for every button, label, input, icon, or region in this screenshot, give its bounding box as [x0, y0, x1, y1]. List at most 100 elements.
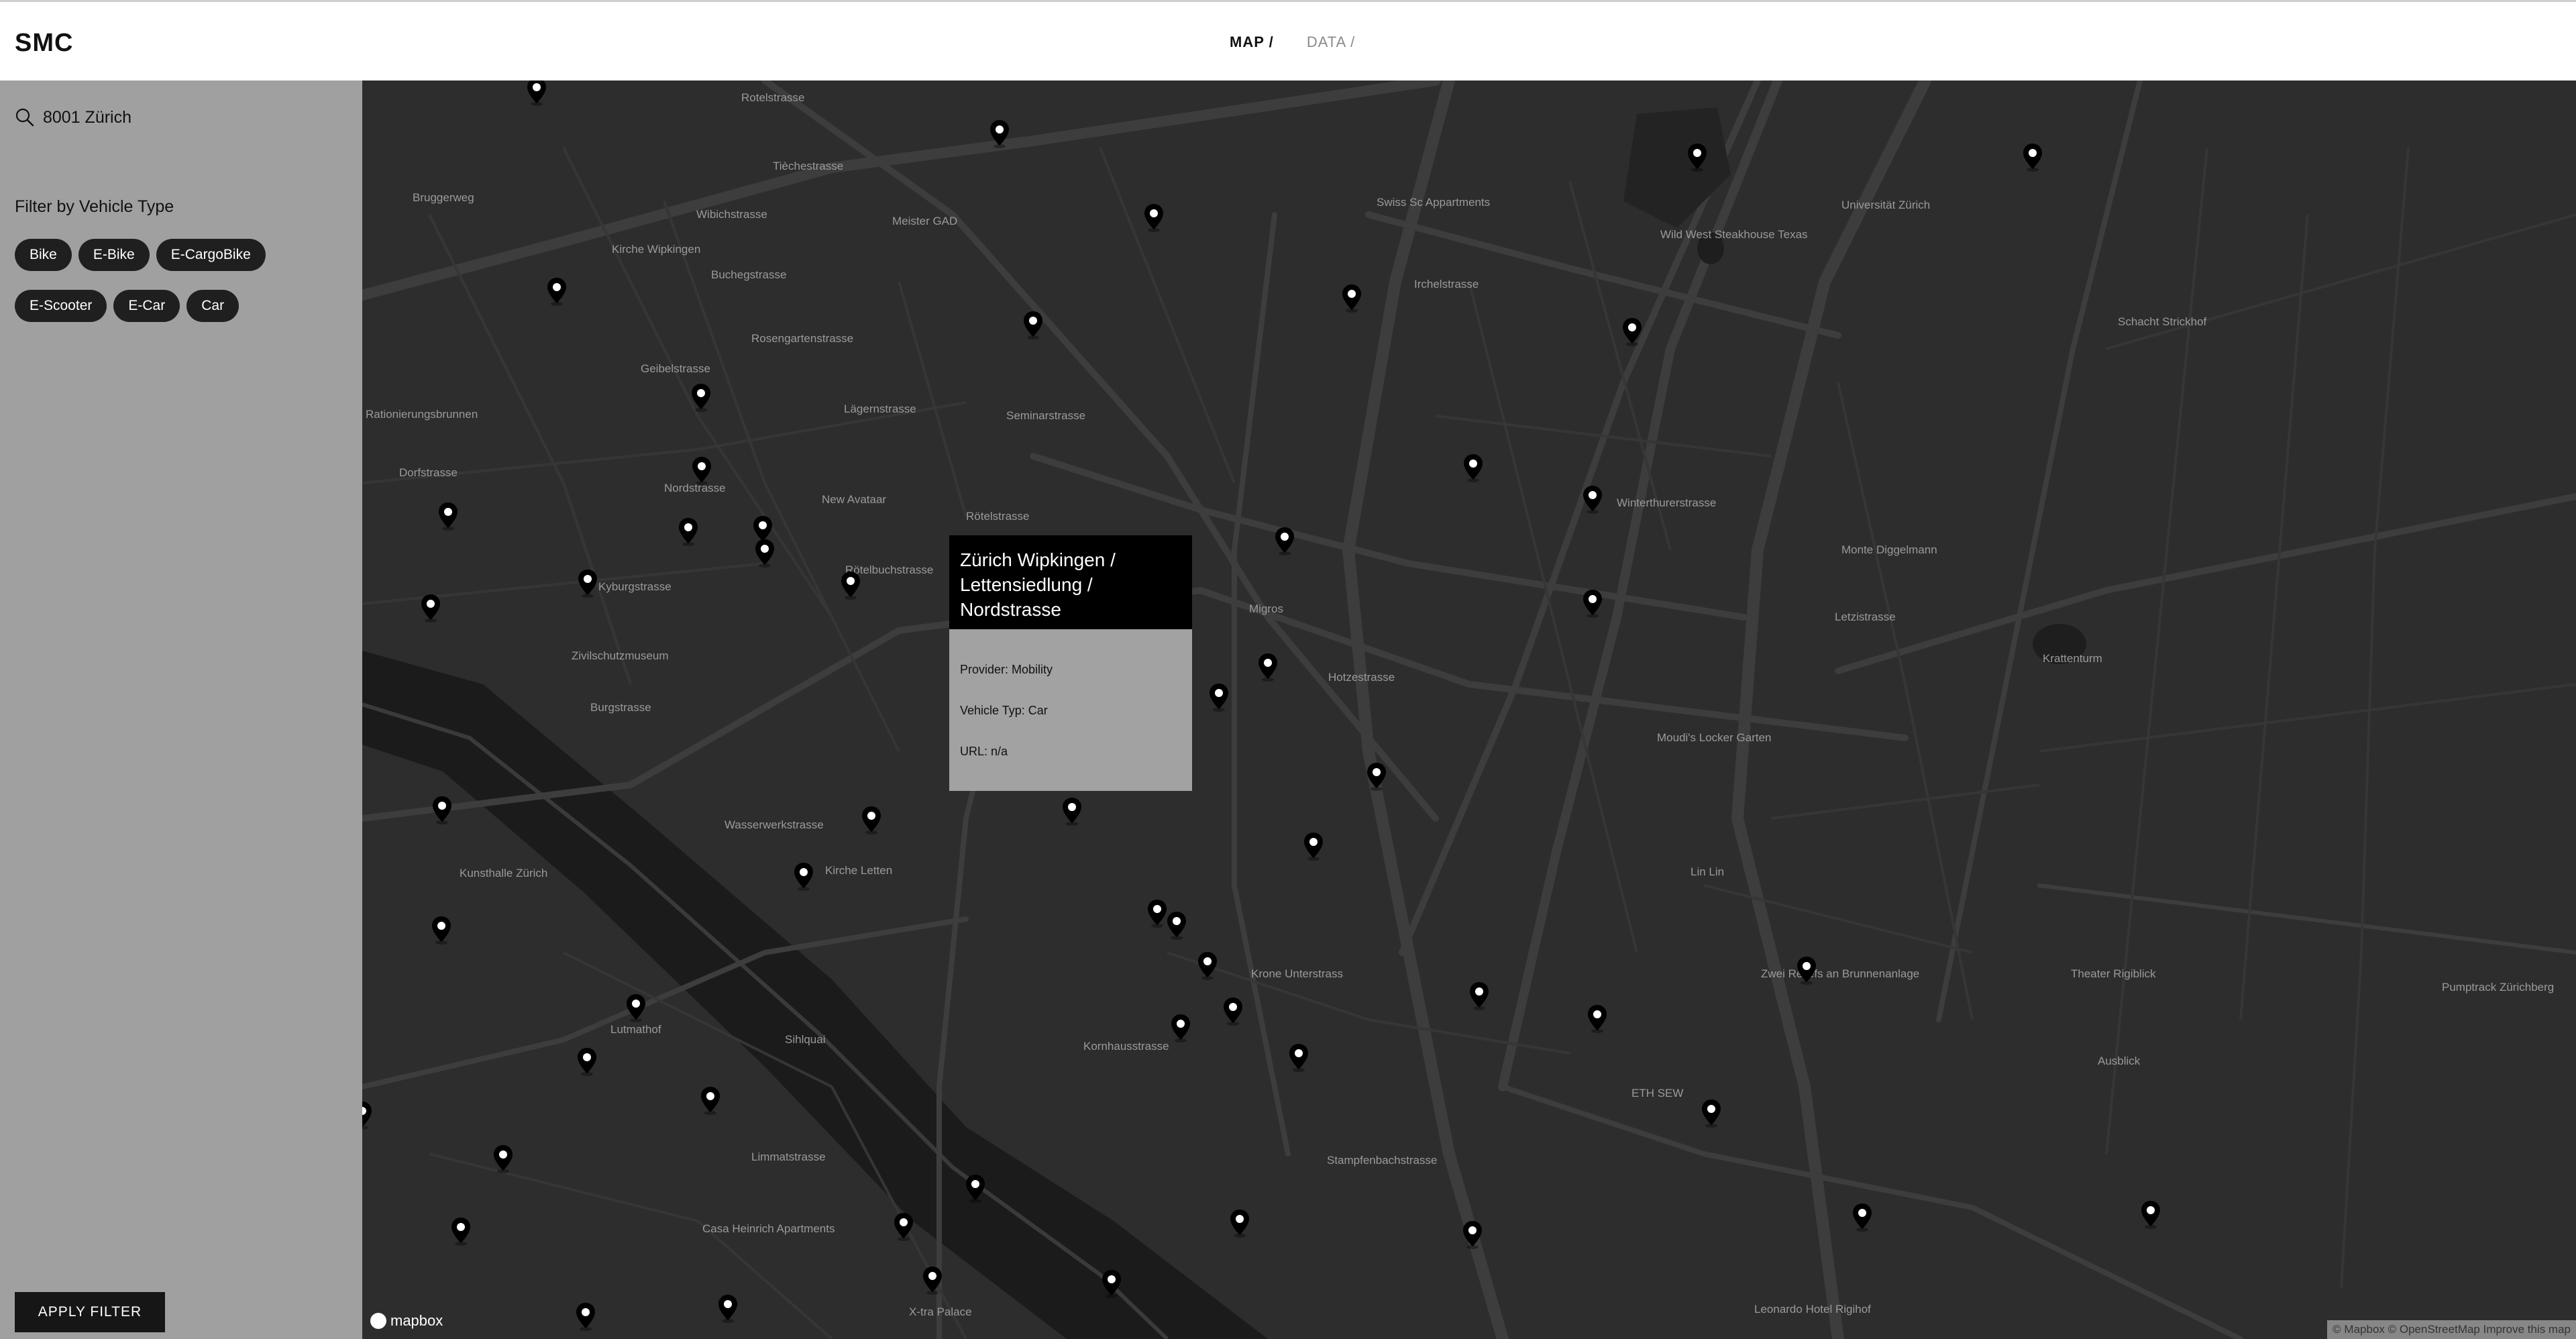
vehicle-pin-icon[interactable]: [437, 501, 459, 531]
map-label: Theater Rigiblick: [2071, 967, 2156, 980]
vehicle-pin-icon[interactable]: [1222, 996, 1244, 1026]
vehicle-pin-icon[interactable]: [922, 1265, 943, 1295]
map-label: Kyburgstrasse: [598, 580, 672, 593]
vehicle-popup: Zürich Wipkingen / Lettensiedlung / Nord…: [949, 535, 1192, 791]
vehicle-pin-icon[interactable]: [1143, 203, 1165, 232]
vehicle-pin-icon[interactable]: [965, 1173, 986, 1203]
map-label: Kunsthalle Zürich: [460, 867, 548, 879]
vehicle-pin-icon[interactable]: [575, 1301, 596, 1331]
vehicle-pin-icon[interactable]: [546, 276, 568, 306]
vehicle-pin-icon[interactable]: [1582, 588, 1603, 618]
vehicle-pin-icon[interactable]: [1170, 1013, 1191, 1042]
vehicle-pin-icon[interactable]: [1582, 484, 1603, 514]
vehicle-pin-icon[interactable]: [1851, 1202, 1873, 1232]
vehicle-pin-icon[interactable]: [678, 517, 699, 546]
apply-filter-button[interactable]: APPLY FILTER: [15, 1292, 165, 1332]
vehicle-pin-icon[interactable]: [1303, 831, 1324, 861]
vehicle-pin-icon[interactable]: [1257, 652, 1279, 682]
sidebar: Filter by Vehicle Type Bike E-Bike E-Car…: [0, 81, 362, 1339]
chip-e-bike[interactable]: E-Bike: [78, 239, 150, 271]
search-input[interactable]: [43, 107, 325, 127]
chip-e-cargobike[interactable]: E-CargoBike: [156, 239, 266, 271]
vehicle-pin-icon[interactable]: [1686, 142, 1708, 172]
vehicle-pin-icon[interactable]: [2022, 142, 2043, 172]
vehicle-pin-icon[interactable]: [2140, 1199, 2161, 1229]
vehicle-pin-icon[interactable]: [577, 568, 598, 598]
map-attribution[interactable]: © Mapbox © OpenStreetMap Improve this ma…: [2327, 1320, 2576, 1339]
vehicle-pin-icon[interactable]: [1468, 981, 1490, 1010]
map-label: Irchelstrasse: [1414, 278, 1479, 290]
map-label: Lägernstrasse: [844, 403, 916, 415]
vehicle-pin-icon[interactable]: [431, 915, 452, 945]
vehicle-pin-icon[interactable]: [420, 593, 441, 623]
vehicle-pin-icon[interactable]: [1462, 1220, 1483, 1249]
vehicle-pin-icon[interactable]: [492, 1144, 514, 1173]
map-label: Schacht Strickhof: [2118, 315, 2207, 328]
vehicle-pin-icon[interactable]: [1146, 898, 1168, 928]
chip-e-scooter[interactable]: E-Scooter: [15, 290, 107, 322]
vehicle-pin-icon[interactable]: [700, 1085, 721, 1115]
vehicle-pin-icon[interactable]: [989, 119, 1010, 148]
vehicle-pin-icon[interactable]: [1061, 796, 1083, 826]
map-label: ETH SEW: [1631, 1087, 1684, 1100]
map-label: Meister GAD: [892, 215, 958, 227]
vehicle-pin-icon[interactable]: [690, 382, 712, 412]
vehicle-pin-icon[interactable]: [1022, 310, 1044, 339]
vehicle-pin-icon[interactable]: [1274, 526, 1295, 555]
vehicle-pin-icon[interactable]: [717, 1293, 739, 1323]
map-label: Burgstrasse: [590, 701, 651, 714]
vehicle-type-chips: Bike E-Bike E-CargoBike E-Scooter E-Car …: [15, 239, 350, 341]
vehicle-pin-icon[interactable]: [861, 805, 882, 835]
popup-url: URL: n/a: [960, 745, 1008, 758]
map-label: Ausblick: [2098, 1055, 2141, 1067]
map-label: Universität Zürich: [1841, 199, 1931, 211]
vehicle-pin-icon[interactable]: [1796, 955, 1817, 985]
vehicle-pin-icon[interactable]: [431, 795, 453, 824]
popup-vehicle-type: Vehicle Typ: Car: [960, 704, 1048, 717]
chip-bike[interactable]: Bike: [15, 239, 72, 271]
vehicle-pin-icon[interactable]: [793, 861, 814, 891]
map-label: Tièchestrasse: [773, 160, 844, 172]
chip-row: Bike E-Bike E-CargoBike: [15, 239, 350, 271]
vehicle-pin-icon[interactable]: [1208, 682, 1230, 712]
vehicle-pin-icon[interactable]: [1197, 951, 1218, 980]
vehicle-pin-icon[interactable]: [691, 456, 712, 485]
map-label: Kirche Wipkingen: [612, 243, 701, 256]
app-logo[interactable]: SMC: [15, 29, 73, 58]
map-label: Sihlquai: [785, 1033, 826, 1046]
map-canvas[interactable]: Tièchestrasse Rotelstrasse Bruggerweg Wi…: [362, 81, 2576, 1339]
vehicle-pin-icon[interactable]: [526, 81, 547, 106]
vehicle-pin-icon[interactable]: [1288, 1042, 1309, 1072]
vehicle-pin-icon[interactable]: [1366, 761, 1387, 791]
vehicle-pin-icon[interactable]: [840, 570, 861, 600]
vehicle-pin-icon[interactable]: [576, 1047, 598, 1076]
map-label: Seminarstrasse: [1006, 409, 1086, 422]
vehicle-pin-icon[interactable]: [754, 538, 775, 568]
vehicle-pin-icon[interactable]: [1621, 317, 1643, 346]
chip-e-car[interactable]: E-Car: [113, 290, 180, 322]
vehicle-pin-icon[interactable]: [1341, 283, 1362, 313]
vehicle-pin-icon[interactable]: [1229, 1208, 1250, 1238]
map-label: Leonardo Hotel Rigihof: [1754, 1303, 1871, 1316]
mapbox-logo[interactable]: mapbox: [370, 1312, 443, 1330]
nav-map-link[interactable]: MAP /: [1230, 34, 1274, 50]
popup-provider: Provider: Mobility: [960, 663, 1053, 676]
vehicle-pin-icon[interactable]: [1462, 453, 1484, 482]
vehicle-pin-icon[interactable]: [362, 1100, 373, 1130]
nav-data-link[interactable]: DATA /: [1307, 34, 1355, 50]
chip-car[interactable]: Car: [186, 290, 239, 322]
top-bar: SMC MAP / DATA /: [0, 0, 2576, 81]
map-label: Lutmathof: [610, 1023, 661, 1036]
vehicle-pin-icon[interactable]: [1166, 910, 1187, 940]
map-label: New Avataar: [822, 493, 887, 506]
vehicle-pin-icon[interactable]: [893, 1212, 914, 1241]
vehicle-pin-icon[interactable]: [1701, 1098, 1722, 1128]
vehicle-pin-icon[interactable]: [625, 993, 647, 1022]
map-label: Limmatstrasse: [751, 1150, 826, 1163]
vehicle-pin-icon[interactable]: [1101, 1269, 1122, 1298]
vehicle-pin-icon[interactable]: [1587, 1004, 1608, 1033]
vehicle-pin-icon[interactable]: [450, 1216, 472, 1246]
map-label: Monte Diggelmann: [1841, 543, 1937, 556]
map-label: Kornhausstrasse: [1083, 1040, 1169, 1053]
main-nav: MAP / DATA /: [1230, 34, 1383, 51]
